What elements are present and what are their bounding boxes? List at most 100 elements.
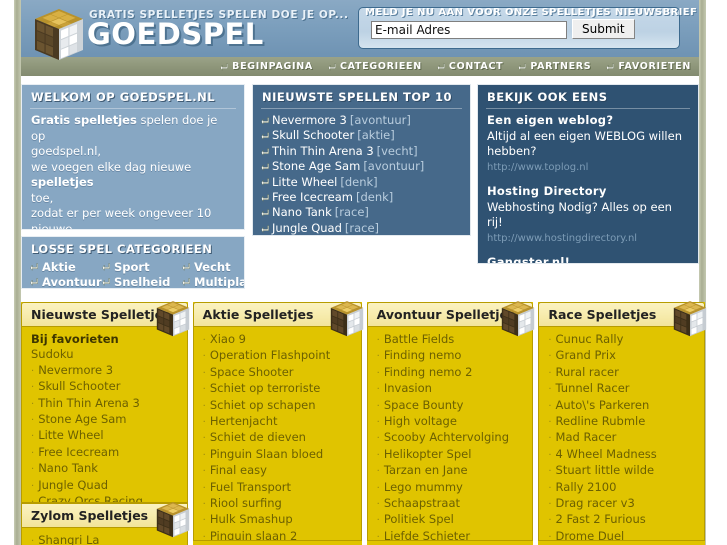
game-list-item[interactable]: · Nano Tank: [22, 461, 187, 477]
newest-game-item[interactable]: Skull Schooter [aktie]: [261, 128, 461, 143]
bullet-icon: ·: [376, 417, 380, 429]
game-name: Stuart little wilde: [555, 463, 655, 478]
newest-game-name: Free Icecream: [272, 190, 353, 205]
game-name: Rural racer: [555, 364, 619, 379]
game-name: High voltage: [383, 414, 457, 429]
also-look-block-url[interactable]: http://www.hostingdirectory.nl: [487, 231, 689, 247]
newest-game-item[interactable]: Nevermore 3 [avontuur]: [261, 113, 461, 128]
newsletter-submit-button[interactable]: Submit: [572, 19, 635, 39]
game-list-item[interactable]: · Riool surfing: [194, 496, 361, 512]
game-list-item[interactable]: · Jungle Quad: [22, 478, 187, 494]
arrow-enter-icon: [328, 62, 336, 71]
game-list-item[interactable]: · Litte Wheel: [22, 428, 187, 444]
category-link-vecht[interactable]: Vecht: [182, 260, 244, 274]
game-column-header[interactable]: Aktie Spelletjes: [192, 301, 363, 337]
game-name: Schiet de dieven: [209, 430, 306, 445]
also-look-block[interactable]: Hosting Directory Webhosting Nodig? Alles…: [487, 184, 689, 246]
also-look-block-url[interactable]: http://www.toplog.nl: [487, 160, 689, 176]
game-list-item[interactable]: · Space Shooter: [194, 365, 361, 381]
newest-game-item[interactable]: Jungle Quad [race]: [261, 221, 461, 235]
game-list-item[interactable]: · Stuart little wilde: [539, 463, 704, 479]
game-list-item[interactable]: · Hertenjacht: [194, 414, 361, 430]
game-list-item[interactable]: · Grand Prix: [539, 348, 704, 364]
newest-game-category: [denk]: [340, 174, 378, 189]
game-column-header[interactable]: Avontuur Spelletjes: [366, 301, 535, 337]
game-list-item[interactable]: · Invasion: [368, 381, 533, 397]
category-link-multiplayer[interactable]: Multiplayer: [182, 275, 244, 288]
game-column-header[interactable]: Race Spelletjes: [538, 301, 707, 337]
nav-item-partners[interactable]: PARTNERS: [518, 61, 591, 72]
game-list-item[interactable]: · Space Bounty: [368, 398, 533, 414]
game-list-item[interactable]: · Nevermore 3: [22, 363, 187, 379]
game-list-item[interactable]: · Hulk Smashup: [194, 512, 361, 528]
game-list-item[interactable]: · Skull Schooter: [22, 379, 187, 395]
game-list-item[interactable]: · Drome Duel: [539, 529, 704, 540]
game-list-item[interactable]: · Tarzan en Jane: [368, 463, 533, 479]
category-label: Aktie: [42, 260, 76, 274]
game-list-item[interactable]: · Stone Age Sam: [22, 412, 187, 428]
welcome-line: zodat er per week ongeveer 10 nieuwe: [31, 206, 235, 229]
nav-item-favorieten[interactable]: FAVORIETEN: [606, 61, 691, 72]
game-list-item[interactable]: · Lego mummy: [368, 480, 533, 496]
game-list-item[interactable]: · Auto\'s Parkeren: [539, 398, 704, 414]
game-list-item[interactable]: · Schaapstraat: [368, 496, 533, 512]
game-list-item[interactable]: · Liefde Schieter: [368, 529, 533, 540]
favorite-game-item[interactable]: Sudoku: [22, 347, 187, 362]
game-list-item[interactable]: · Finding nemo 2: [368, 365, 533, 381]
game-list-item[interactable]: · 4 Wheel Madness: [539, 447, 704, 463]
newest-game-item[interactable]: Free Icecream [denk]: [261, 190, 461, 205]
game-list-item[interactable]: · High voltage: [368, 414, 533, 430]
game-list-item[interactable]: · Finding nemo: [368, 348, 533, 364]
newest-game-item[interactable]: Nano Tank [race]: [261, 205, 461, 220]
site-title-text: GOEDSPEL: [87, 17, 264, 51]
game-list-item[interactable]: · Drag racer v3: [539, 496, 704, 512]
nav-item-beginpagina[interactable]: BEGINPAGINA: [220, 61, 313, 72]
game-list-item[interactable]: · Politiek Spel: [368, 512, 533, 528]
also-look-block-title: Hosting Directory: [487, 184, 607, 198]
game-list-item[interactable]: · Pinguin Slaan bloed: [194, 447, 361, 463]
game-name: Jungle Quad: [38, 477, 109, 492]
game-list-item[interactable]: · Operation Flashpoint: [194, 348, 361, 364]
bullet-icon: ·: [202, 384, 206, 396]
game-name: Free Icecream: [38, 444, 120, 459]
game-list-item[interactable]: · Scooby Achtervolging: [368, 430, 533, 446]
game-column: Aktie Spelletjes · Xiao 9 · Operation Flash…: [192, 301, 363, 545]
category-label: Snelheid: [114, 275, 171, 289]
game-list-item[interactable]: · Rural racer: [539, 365, 704, 381]
game-subcolumn-header[interactable]: Zylom Spelletjes: [21, 502, 189, 538]
bullet-icon: ·: [202, 335, 206, 346]
game-list-item[interactable]: · Redline Rubmle: [539, 414, 704, 430]
also-look-block[interactable]: Een eigen weblog? Altijd al een eigen WEB…: [487, 113, 689, 175]
game-list-item[interactable]: · Pinguin slaan 2: [194, 529, 361, 540]
game-list-item[interactable]: · Schiet op terroriste: [194, 381, 361, 397]
nav-item-categorieen[interactable]: CATEGORIEEN: [328, 61, 422, 72]
game-list-item[interactable]: · Schiet de dieven: [194, 430, 361, 446]
also-look-block[interactable]: Gangster.nl!Speel dit spel en wordt zelf…: [487, 255, 689, 263]
bullet-icon: ·: [202, 433, 206, 445]
category-label: Avontuur: [42, 275, 102, 289]
game-list-item[interactable]: · Thin Thin Arena 3: [22, 396, 187, 412]
bullet-icon: ·: [202, 482, 206, 494]
newest-game-item[interactable]: Stone Age Sam [avontuur]: [261, 159, 461, 174]
category-link-aktie[interactable]: Aktie: [30, 260, 102, 274]
bullet-icon: ·: [31, 480, 35, 492]
game-list-item[interactable]: · Helikopter Spel: [368, 447, 533, 463]
category-link-avontuur[interactable]: Avontuur: [30, 275, 102, 289]
game-list-item[interactable]: · Rally 2100: [539, 480, 704, 496]
nav-item-contact[interactable]: CONTACT: [437, 61, 503, 72]
game-list-item[interactable]: · Mad Racer: [539, 430, 704, 446]
game-list-item[interactable]: · Fuel Transport: [194, 480, 361, 496]
newest-game-item[interactable]: Thin Thin Arena 3 [vecht]: [261, 144, 461, 159]
divider: [261, 108, 462, 109]
category-link-snelheid[interactable]: Snelheid: [102, 275, 182, 289]
game-list-item[interactable]: · Final easy: [194, 463, 361, 479]
newsletter-email-input[interactable]: [371, 21, 567, 39]
category-link-sport[interactable]: Sport: [102, 260, 182, 274]
game-list-item[interactable]: · Tunnel Racer: [539, 381, 704, 397]
game-list-item[interactable]: · 2 Fast 2 Furious: [539, 512, 704, 528]
newsletter-title: MELD JE NU AAN VOOR ONZE SPELLETJES NIEU…: [365, 7, 698, 18]
game-list-item[interactable]: · Schiet op schapen: [194, 398, 361, 414]
newest-game-item[interactable]: Litte Wheel [denk]: [261, 175, 461, 190]
game-list-item[interactable]: · Free Icecream: [22, 445, 187, 461]
game-column-header[interactable]: Nieuwste Spelletjes: [21, 301, 189, 337]
